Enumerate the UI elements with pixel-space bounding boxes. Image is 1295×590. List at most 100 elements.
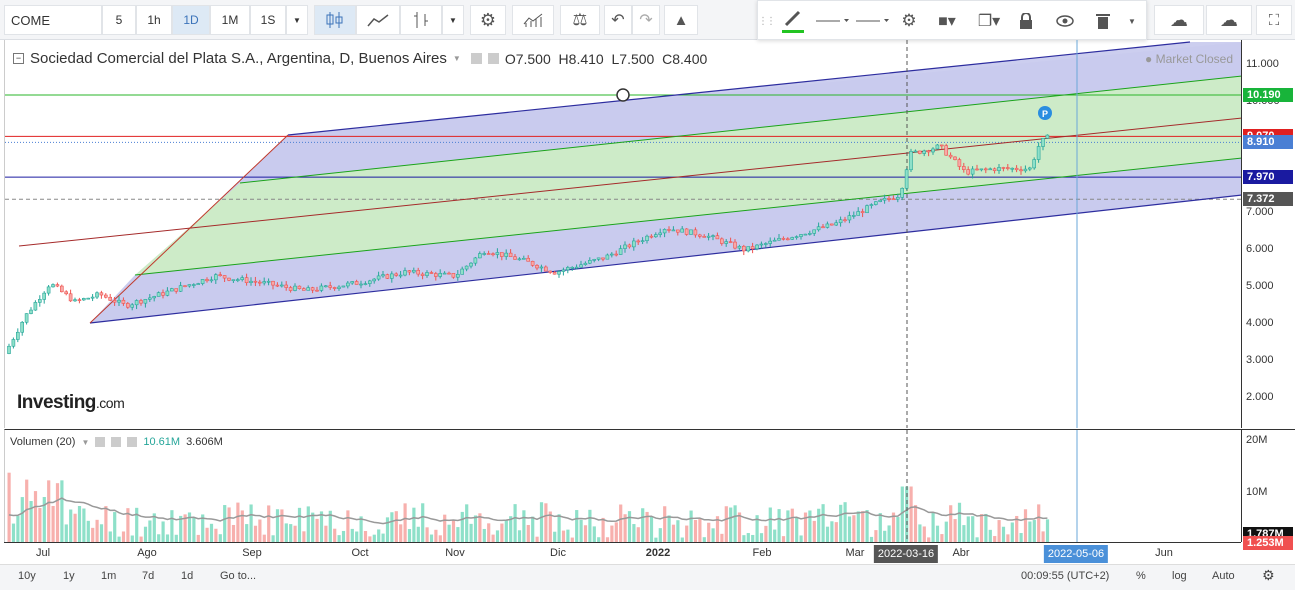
candle-body: [143, 299, 148, 304]
range-7d[interactable]: 7d: [142, 570, 154, 582]
candle-body: [275, 284, 280, 287]
collapse-legend-icon[interactable]: −: [13, 53, 24, 64]
candle-body: [1019, 169, 1023, 172]
percent-toggle[interactable]: %: [1136, 570, 1146, 582]
volume-bar: [935, 525, 940, 542]
volume-bar: [878, 513, 882, 542]
line-style-dropdown[interactable]: [812, 7, 852, 35]
more-options-dropdown[interactable]: ▼: [1120, 7, 1144, 35]
volume-bar: [777, 509, 781, 542]
volume-close-icon[interactable]: [127, 437, 138, 447]
candles-button[interactable]: [314, 5, 356, 35]
legend-settings-icon[interactable]: [487, 53, 499, 64]
line-style-icon: [816, 19, 849, 22]
candle-body: [90, 296, 95, 299]
volume-bar: [918, 524, 922, 542]
volume-bar: [1023, 509, 1028, 542]
volume-bar: [157, 534, 161, 542]
gear-icon[interactable]: ⚙: [1262, 567, 1275, 584]
candle-body: [535, 265, 539, 269]
volume-visibility-icon[interactable]: [95, 437, 106, 447]
volume-pane[interactable]: Volumen (20) ▼ 10.61M 3.606M: [4, 429, 1241, 542]
delete-drawing-button[interactable]: [1090, 7, 1116, 35]
candle-body: [20, 321, 24, 333]
bars-button[interactable]: [400, 5, 442, 35]
volume-axis[interactable]: 20M 10M 1.787M 1.253M: [1241, 429, 1295, 550]
drawing-anchor-handle: [616, 88, 630, 102]
candle-body: [746, 246, 751, 252]
candle-body: [623, 244, 627, 249]
candle-body: [724, 241, 729, 244]
interval-5[interactable]: 5: [102, 5, 136, 35]
candle-body: [196, 283, 200, 285]
candle-body: [244, 277, 249, 283]
log-toggle[interactable]: log: [1172, 570, 1187, 582]
volume-settings-icon[interactable]: [111, 437, 122, 447]
line-color-button[interactable]: [776, 7, 810, 35]
candle-body: [240, 277, 244, 280]
volume-bar: [174, 534, 178, 542]
alert-button[interactable]: ▲: [664, 5, 698, 35]
visibility-button[interactable]: [1052, 7, 1078, 35]
fill-square-icon: ■▾: [938, 13, 956, 30]
symbol-input[interactable]: COME: [4, 5, 102, 35]
volume-bar: [561, 530, 566, 542]
line-width-dropdown[interactable]: [852, 7, 892, 35]
undo-button[interactable]: ↶: [604, 5, 632, 35]
price-axis[interactable]: 11.00010.0009.0008.0007.0006.0005.0004.0…: [1241, 40, 1295, 428]
fill-button[interactable]: ■▾: [930, 7, 964, 35]
interval-1m[interactable]: 1M: [210, 5, 250, 35]
price-chart-canvas[interactable]: P: [5, 40, 1241, 428]
candle-body: [957, 159, 962, 167]
candle-body: [112, 300, 117, 303]
candle-body: [46, 286, 51, 294]
volume-bar: [289, 524, 293, 542]
candle-body: [887, 197, 891, 200]
legend-visibility-icon[interactable]: [470, 53, 482, 64]
interval-1h[interactable]: 1h: [136, 5, 172, 35]
chart-type-dropdown[interactable]: ▼: [442, 5, 464, 35]
volume-bar: [742, 535, 746, 542]
candle-body: [843, 219, 847, 222]
candle-body: [37, 299, 42, 303]
clone-button[interactable]: ❐▾: [972, 7, 1006, 35]
volume-bar: [271, 535, 275, 542]
volume-bar: [698, 518, 702, 542]
candle-body: [882, 197, 887, 201]
settings-button[interactable]: ⚙: [470, 5, 506, 35]
indicators-icon: [523, 13, 543, 27]
chevron-down-icon[interactable]: ▼: [81, 438, 89, 447]
range-10y[interactable]: 10y: [18, 570, 36, 582]
range-1d[interactable]: 1d: [181, 570, 193, 582]
fullscreen-button[interactable]: ⛶: [1256, 5, 1292, 35]
volume-bar: [280, 509, 284, 542]
candle-body: [799, 234, 803, 237]
candle-body: [719, 238, 724, 244]
redo-button[interactable]: ↷: [632, 5, 660, 35]
candle-body: [759, 243, 764, 246]
compare-button[interactable]: ⚖: [560, 5, 600, 35]
lock-button[interactable]: [1014, 7, 1038, 35]
candle-body: [812, 229, 817, 234]
price-chart-pane[interactable]: P − Sociedad Comercial del Plata S.A., A…: [4, 40, 1241, 428]
save-cloud-button[interactable]: ☁: [1206, 5, 1252, 35]
drawing-settings-button[interactable]: ⚙: [896, 7, 922, 35]
volume-bar: [223, 505, 227, 542]
interval-dropdown-button[interactable]: ▼: [286, 5, 308, 35]
interval-1d[interactable]: 1D: [172, 5, 210, 35]
range-1y[interactable]: 1y: [63, 570, 75, 582]
candle-body: [214, 274, 218, 281]
range-1m[interactable]: 1m: [101, 570, 116, 582]
volume-bar: [583, 525, 588, 542]
auto-toggle[interactable]: Auto: [1212, 570, 1235, 582]
goto-date-button[interactable]: Go to...: [220, 570, 256, 582]
time-axis[interactable]: Jul Ago Sep Oct Nov Dic 2022 Feb Mar Abr Jun 2022-0…: [4, 542, 1241, 564]
interval-1s[interactable]: 1S: [250, 5, 286, 35]
load-cloud-button[interactable]: ☁: [1154, 5, 1204, 35]
legend-dropdown-icon[interactable]: ▼: [453, 54, 461, 63]
candle-body: [1041, 137, 1045, 147]
line-chart-button[interactable]: [356, 5, 400, 35]
candle-body: [134, 300, 139, 306]
drag-handle[interactable]: ⋮⋮: [758, 7, 776, 35]
indicators-button[interactable]: [512, 5, 554, 35]
